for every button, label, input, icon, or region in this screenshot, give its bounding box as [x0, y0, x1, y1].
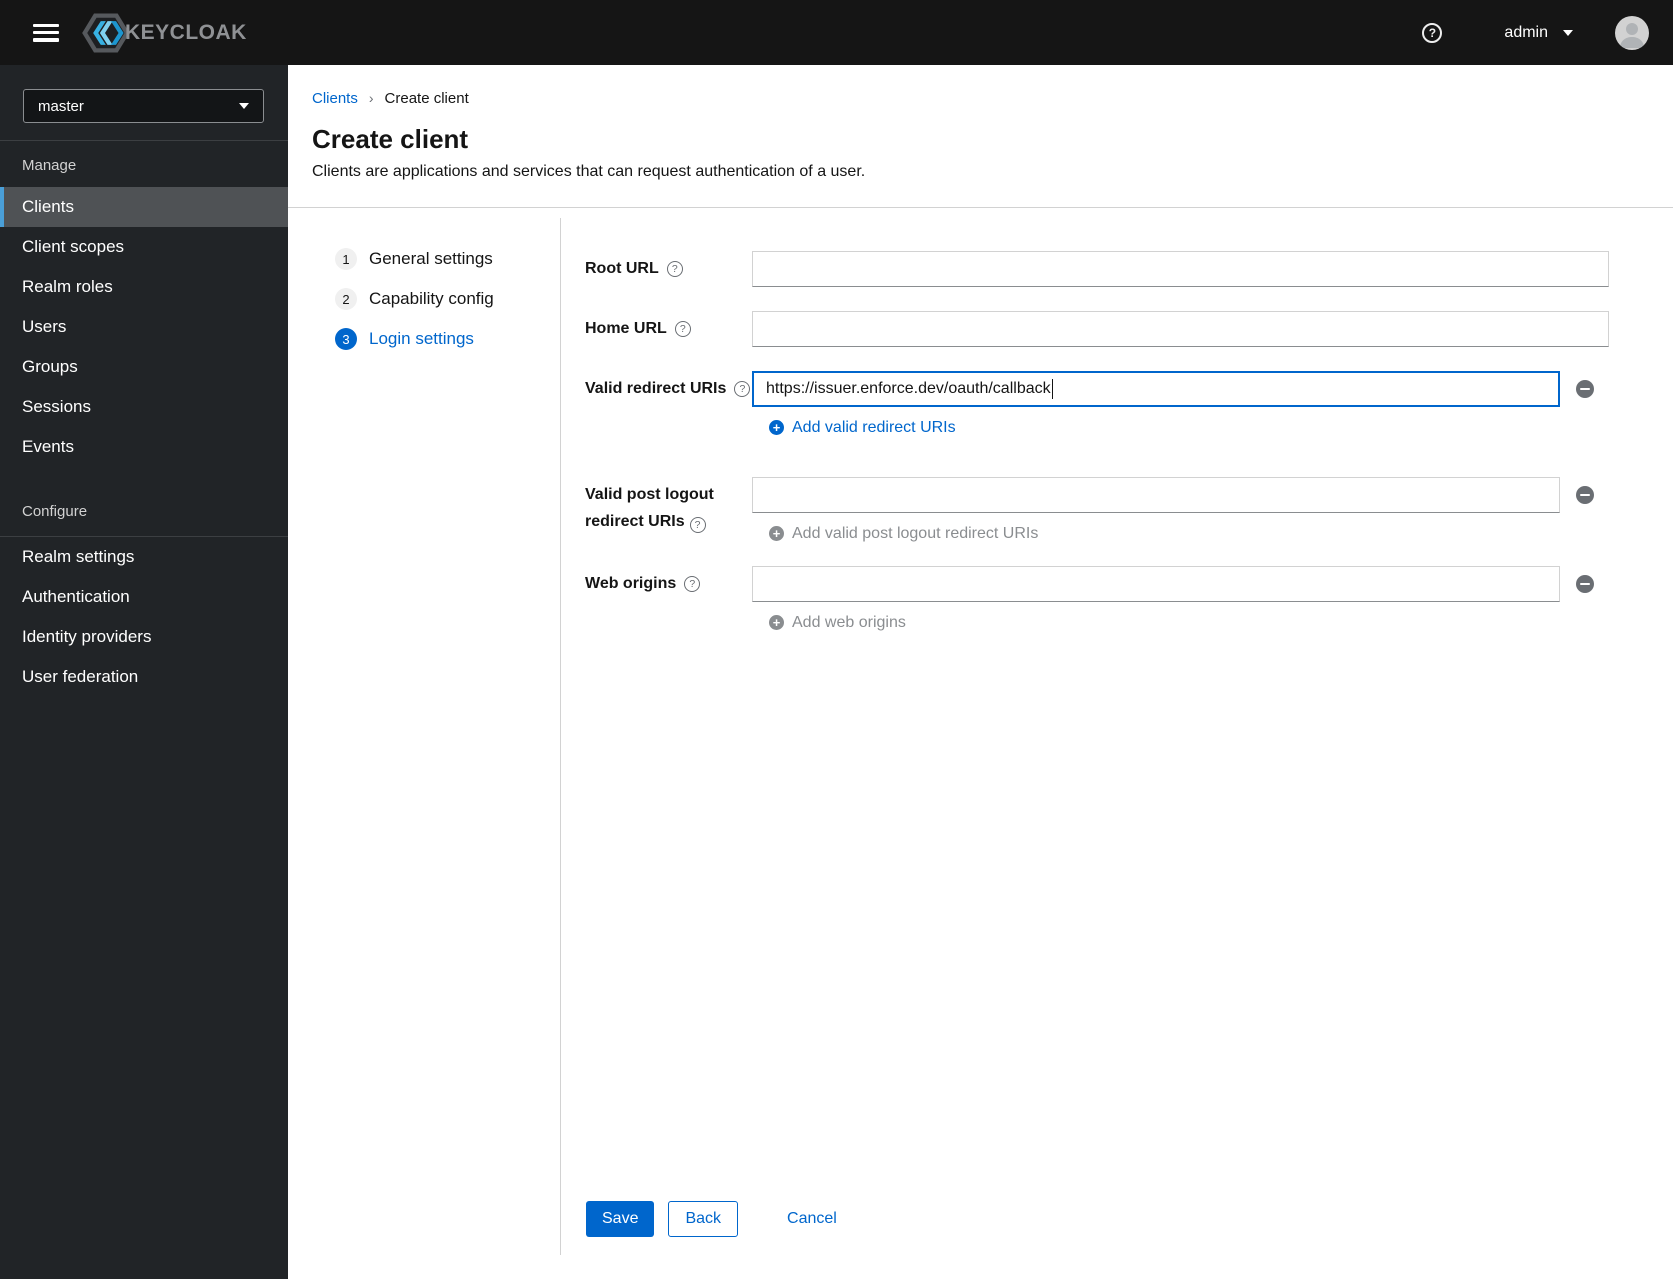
- home-url-label: Home URL: [585, 311, 752, 347]
- wizard-step-nav: 1 General settings 2 Capability config 3…: [288, 208, 560, 1278]
- step-label: Login settings: [369, 329, 474, 348]
- login-settings-form: Root URL Home URL Valid redirect URIs: [560, 208, 1673, 1278]
- form-row-valid-redirect-uris: Valid redirect URIs https://issuer.enfor…: [585, 371, 1673, 436]
- plus-circle-icon: [769, 526, 784, 541]
- avatar[interactable]: [1615, 15, 1649, 50]
- back-button[interactable]: Back: [668, 1201, 739, 1237]
- add-web-origins-button[interactable]: Add web origins: [769, 614, 1594, 631]
- root-url-input[interactable]: [752, 251, 1609, 287]
- web-origins-input[interactable]: [752, 566, 1560, 602]
- main-content: Clients › Create client Create client Cl…: [288, 65, 1673, 1279]
- web-origins-label: Web origins: [585, 566, 752, 602]
- wizard-step-capability-config[interactable]: 2 Capability config: [335, 288, 494, 310]
- valid-redirect-uris-label: Valid redirect URIs: [585, 371, 752, 407]
- realm-selector-value: master: [38, 97, 84, 115]
- sidebar-item-sessions[interactable]: Sessions: [0, 387, 288, 427]
- text-cursor: [1051, 379, 1054, 399]
- sidebar-item-clients[interactable]: Clients: [0, 187, 288, 227]
- step-label: General settings: [369, 249, 493, 268]
- sidebar-item-user-federation[interactable]: User federation: [0, 657, 288, 697]
- home-url-input[interactable]: [752, 311, 1609, 347]
- user-avatar-icon: [1620, 22, 1644, 48]
- username: admin: [1504, 23, 1548, 41]
- step-number: 3: [335, 328, 357, 350]
- minus-circle-icon[interactable]: [1576, 575, 1594, 593]
- form-row-root-url: Root URL: [585, 251, 1673, 287]
- sidebar-item-authentication[interactable]: Authentication: [0, 577, 288, 617]
- valid-redirect-uris-input[interactable]: https://issuer.enforce.dev/oauth/callbac…: [752, 371, 1560, 407]
- chevron-down-icon: [239, 103, 249, 109]
- sidebar-item-realm-roles[interactable]: Realm roles: [0, 267, 288, 307]
- sidebar-item-users[interactable]: Users: [0, 307, 288, 347]
- masthead: KEYCLOAK admin: [0, 0, 1673, 65]
- step-number: 1: [335, 248, 357, 270]
- help-icon[interactable]: [674, 321, 691, 337]
- valid-post-logout-redirect-uris-input[interactable]: [752, 477, 1560, 513]
- help-icon[interactable]: [684, 576, 701, 592]
- sidebar-item-events[interactable]: Events: [0, 427, 288, 467]
- page-header: Clients › Create client Create client Cl…: [288, 65, 1673, 208]
- wizard: 1 General settings 2 Capability config 3…: [288, 208, 1673, 1278]
- valid-post-logout-redirect-uris-label: Valid post logout redirect URIs: [585, 477, 752, 535]
- breadcrumb-link-clients[interactable]: Clients: [312, 90, 358, 107]
- page-subtitle: Clients are applications and services th…: [312, 163, 866, 180]
- add-valid-post-logout-redirect-uris-button[interactable]: Add valid post logout redirect URIs: [769, 525, 1594, 542]
- brand-text: KEYCLOAK: [125, 20, 247, 44]
- help-icon[interactable]: [1422, 22, 1443, 43]
- form-row-valid-post-logout-redirect-uris: Valid post logout redirect URIs Add vali…: [585, 477, 1673, 542]
- keycloak-logo: KEYCLOAK: [79, 11, 247, 55]
- breadcrumb: Clients › Create client: [312, 89, 1649, 107]
- breadcrumb-separator-icon: ›: [368, 90, 374, 106]
- breadcrumb-current: Create client: [384, 89, 469, 107]
- nav-section-title-configure: Configure: [22, 503, 88, 520]
- form-row-home-url: Home URL: [585, 311, 1673, 347]
- form-row-web-origins: Web origins Add web origins: [585, 566, 1673, 631]
- add-valid-redirect-uris-button[interactable]: Add valid redirect URIs: [769, 419, 1594, 436]
- wizard-step-general-settings[interactable]: 1 General settings: [335, 248, 493, 270]
- wizard-step-login-settings[interactable]: 3 Login settings: [335, 328, 474, 350]
- realm-selector[interactable]: master: [23, 89, 264, 123]
- save-button[interactable]: Save: [586, 1201, 655, 1237]
- page-title: Create client: [312, 124, 469, 154]
- help-icon[interactable]: [689, 517, 706, 534]
- sidebar: master Manage Clients Client scopes Real…: [0, 65, 288, 1279]
- sidebar-item-client-scopes[interactable]: Client scopes: [0, 227, 288, 267]
- wizard-footer: Save Back Cancel: [586, 1201, 853, 1237]
- minus-circle-icon[interactable]: [1576, 486, 1594, 504]
- sidebar-item-groups[interactable]: Groups: [0, 347, 288, 387]
- nav-toggle-icon[interactable]: [33, 23, 59, 42]
- step-number: 2: [335, 288, 357, 310]
- sidebar-item-realm-settings[interactable]: Realm settings: [0, 537, 288, 577]
- plus-circle-icon: [769, 615, 784, 630]
- plus-circle-icon: [769, 420, 784, 435]
- masthead-toolbar: admin: [1422, 15, 1673, 50]
- user-menu-dropdown[interactable]: admin: [1504, 24, 1573, 42]
- root-url-label: Root URL: [585, 251, 752, 287]
- help-icon[interactable]: [666, 261, 683, 277]
- nav-section-title-manage: Manage: [22, 157, 77, 174]
- help-icon[interactable]: [734, 381, 751, 397]
- keycloak-logo-icon: [82, 13, 130, 52]
- step-label: Capability config: [369, 289, 494, 308]
- chevron-down-icon: [1563, 29, 1573, 36]
- minus-circle-icon[interactable]: [1576, 380, 1594, 398]
- cancel-button[interactable]: Cancel: [771, 1201, 853, 1237]
- sidebar-item-identity-providers[interactable]: Identity providers: [0, 617, 288, 657]
